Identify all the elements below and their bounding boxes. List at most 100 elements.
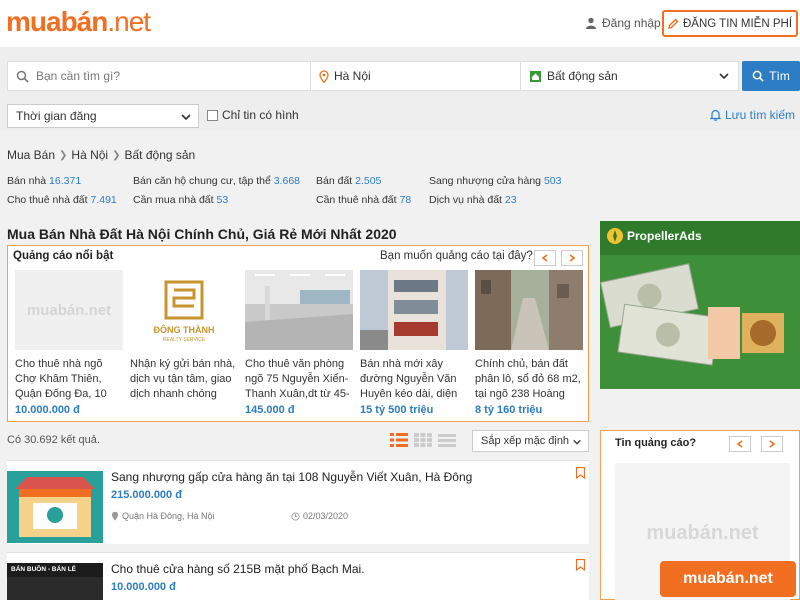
sidebar-prev-button[interactable] bbox=[729, 436, 751, 452]
office-photo bbox=[245, 270, 353, 350]
featured-next-button[interactable] bbox=[561, 250, 583, 266]
save-search-link[interactable]: Lưu tìm kiếm bbox=[709, 108, 795, 122]
category-link[interactable]: Bán nhà 16.371 bbox=[7, 175, 81, 187]
grid-view-icon[interactable] bbox=[414, 432, 432, 448]
featured-title[interactable]: Cho thuê nhà ngõ Chợ Khâm Thiên, Quận Đố… bbox=[15, 357, 123, 402]
featured-card[interactable]: ĐÔNG THÀNH REALTY SERVICE Nhận ký gửi bá… bbox=[130, 270, 238, 416]
featured-price: 15 tỷ 500 triệu bbox=[360, 404, 434, 416]
ad-banner[interactable]: PropellerAds bbox=[600, 221, 800, 389]
featured-card[interactable]: Cho thuê văn phòng ngõ 75 Nguyễn Xiển-Th… bbox=[245, 270, 353, 416]
featured-title[interactable]: Bán nhà mới xây đường Nguyễn Văn Huyên k… bbox=[360, 357, 468, 402]
breadcrumb-item[interactable]: Hà Nội bbox=[71, 148, 108, 162]
search-panel: Bạn cần tìm gì? Hà Nội Bất động sản Tìm … bbox=[0, 47, 800, 131]
advertise-here-link[interactable]: Bạn muốn quảng cáo tại đây? bbox=[380, 250, 533, 262]
bookmark-icon[interactable] bbox=[576, 559, 585, 571]
featured-prev-button[interactable] bbox=[534, 250, 556, 266]
featured-title[interactable]: Chính chủ, bán đất phân lô, sổ đỏ 68 m2,… bbox=[475, 357, 583, 402]
post-free-button[interactable]: ĐĂNG TIN MIỄN PHÍ bbox=[662, 10, 798, 37]
listing-item[interactable]: BÁN BUÔN - BÁN LẺ Cho thuê cửa hàng số 2… bbox=[7, 552, 589, 600]
listing-item[interactable]: Sang nhượng gấp cửa hàng ăn tại 108 Nguy… bbox=[7, 460, 589, 544]
featured-card[interactable]: Bán nhà mới xây đường Nguyễn Văn Huyên k… bbox=[360, 270, 468, 416]
logo-brand: muabán bbox=[6, 6, 108, 37]
breadcrumb-item[interactable]: Mua Bán bbox=[7, 148, 55, 162]
featured-cards: muabán.net Cho thuê nhà ngõ Chợ Khâm Thi… bbox=[15, 270, 583, 416]
house-photo bbox=[360, 270, 468, 350]
listing-date-text: 02/03/2020 bbox=[303, 511, 349, 521]
featured-card[interactable]: Chính chủ, bán đất phân lô, sổ đỏ 68 m2,… bbox=[475, 270, 583, 416]
site-logo[interactable]: muabán.net bbox=[6, 6, 151, 38]
time-filter-select[interactable]: Thời gian đăng bbox=[7, 104, 199, 128]
category-label: Sang nhượng cửa hàng bbox=[429, 175, 542, 187]
category-link[interactable]: Bán đất 2.505 bbox=[316, 175, 381, 187]
house-icon bbox=[530, 70, 541, 82]
listing-thumb[interactable] bbox=[7, 471, 103, 543]
save-search-label: Lưu tìm kiếm bbox=[724, 108, 795, 122]
login-label: Đăng nhập bbox=[602, 16, 661, 30]
listing-price: 10.000.000 đ bbox=[111, 581, 176, 593]
featured-card[interactable]: muabán.net Cho thuê nhà ngõ Chợ Khâm Thi… bbox=[15, 270, 123, 416]
thumb-brand-sub: REALTY SERVICE bbox=[162, 337, 206, 343]
category-count: 23 bbox=[504, 194, 517, 206]
featured-ads: Quảng cáo nổi bật Bạn muốn quảng cáo tại… bbox=[7, 245, 589, 422]
list-view-icon[interactable] bbox=[390, 432, 408, 448]
propeller-icon bbox=[607, 228, 623, 244]
category-link[interactable]: Cần mua nhà đất 53 bbox=[133, 194, 228, 206]
search-row: Bạn cần tìm gì? Hà Nội Bất động sản Tìm bbox=[7, 61, 800, 91]
image-only-checkbox[interactable] bbox=[207, 109, 218, 121]
image-only-label: Chỉ tin có hình bbox=[222, 108, 299, 122]
search-icon bbox=[752, 70, 764, 82]
corner-logo: muabán.net bbox=[660, 561, 796, 597]
sort-select[interactable]: Sắp xếp mặc định bbox=[472, 430, 589, 452]
category-count: 53 bbox=[216, 194, 229, 206]
category-select[interactable]: Bất động sản bbox=[521, 61, 739, 91]
shop-illustration bbox=[7, 471, 103, 543]
clock-icon bbox=[291, 511, 300, 521]
featured-title[interactable]: Nhận ký gửi bán nhà, dịch vụ tận tâm, gi… bbox=[130, 357, 238, 402]
sidebar-next-button[interactable] bbox=[761, 436, 783, 452]
listing-title[interactable]: Cho thuê cửa hàng số 215B mặt phố Bạch M… bbox=[111, 562, 365, 576]
breadcrumb-item[interactable]: Bất động sản bbox=[125, 148, 196, 162]
search-input[interactable]: Bạn cần tìm gì? bbox=[7, 61, 311, 91]
user-icon bbox=[586, 17, 596, 29]
category-count: 78 bbox=[399, 194, 412, 206]
featured-thumb bbox=[475, 270, 583, 350]
sidebar-ads-heading: Tin quảng cáo? bbox=[615, 437, 697, 449]
site-header: muabán.net Đăng nhập ĐĂNG TIN MIỄN PHÍ bbox=[0, 0, 800, 47]
logo-tld: .net bbox=[107, 6, 151, 37]
listing-thumb[interactable]: BÁN BUÔN - BÁN LẺ bbox=[7, 563, 103, 600]
listing-title[interactable]: Sang nhượng gấp cửa hàng ăn tại 108 Nguy… bbox=[111, 470, 472, 484]
image-only-toggle[interactable]: Chỉ tin có hình bbox=[207, 108, 299, 122]
bookmark-icon[interactable] bbox=[576, 467, 585, 479]
bell-icon bbox=[709, 109, 721, 121]
location-value: Hà Nội bbox=[334, 69, 371, 83]
location-select[interactable]: Hà Nội bbox=[311, 61, 521, 91]
shop-sign-text: BÁN BUÔN - BÁN LẺ bbox=[11, 566, 76, 573]
banner-brand: PropellerAds bbox=[627, 229, 702, 243]
category-label: Bán căn hộ chung cư, tập thể bbox=[133, 175, 271, 187]
chevron-down-icon bbox=[719, 73, 729, 80]
sidebar-ad-watermark: muabán.net bbox=[646, 521, 759, 544]
listing-date: 02/03/2020 bbox=[291, 511, 348, 521]
chevron-down-icon bbox=[181, 114, 191, 121]
featured-title[interactable]: Cho thuê văn phòng ngõ 75 Nguyễn Xiển-Th… bbox=[245, 357, 353, 402]
chevron-right-icon: ❯ bbox=[59, 149, 68, 161]
category-link[interactable]: Sang nhượng cửa hàng 503 bbox=[429, 175, 561, 187]
post-free-label: ĐĂNG TIN MIỄN PHÍ bbox=[682, 17, 793, 30]
chevron-right-icon bbox=[569, 254, 576, 262]
search-icon bbox=[16, 70, 29, 83]
category-link[interactable]: Cho thuê nhà đất 7.491 bbox=[7, 194, 117, 206]
compact-view-icon[interactable] bbox=[438, 432, 456, 448]
chevron-down-icon bbox=[573, 439, 581, 445]
listing-price: 215.000.000 đ bbox=[111, 489, 182, 501]
category-link[interactable]: Cần thuê nhà đất 78 bbox=[316, 194, 411, 206]
login-link[interactable]: Đăng nhập bbox=[585, 16, 661, 30]
category-link[interactable]: Bán căn hộ chung cư, tập thể 3.668 bbox=[133, 175, 300, 187]
search-button-label: Tìm bbox=[769, 69, 790, 83]
category-count: 7.491 bbox=[90, 194, 117, 206]
category-link[interactable]: Dịch vụ nhà đất 23 bbox=[429, 194, 517, 206]
chevron-left-icon bbox=[541, 254, 548, 262]
breadcrumb: Mua Bán ❯ Hà Nội ❯ Bất động sản bbox=[7, 148, 195, 162]
chevron-right-icon: ❯ bbox=[112, 149, 121, 161]
featured-thumb: muabán.net bbox=[15, 270, 123, 350]
search-button[interactable]: Tìm bbox=[742, 61, 800, 91]
